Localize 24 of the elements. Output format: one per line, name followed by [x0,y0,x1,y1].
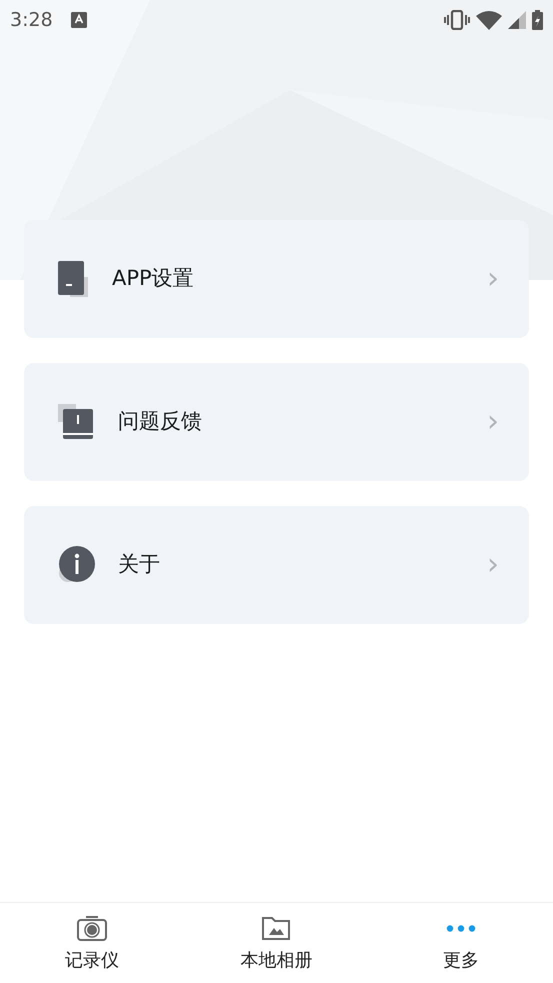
menu-item[interactable]: 关于 › [24,506,529,624]
camera-icon [77,915,108,941]
nav-tab[interactable]: 更多 [368,903,553,983]
document-icon [56,259,90,299]
book-icon [56,402,96,442]
chevron-icon: › [487,407,499,437]
vibrate-icon [444,10,470,30]
chevron-icon: › [487,264,499,294]
menu-item[interactable]: APP设置 › [24,220,529,338]
nav-tab[interactable]: 记录仪 [0,903,184,983]
menu-item[interactable]: 问题反馈 › [24,363,529,481]
folder-icon [262,916,290,940]
menu-label: 问题反馈 [118,408,203,436]
signal-icon [508,11,526,29]
nav-tab[interactable]: 本地相册 [184,903,369,983]
menu-label: 关于 [118,551,161,578]
battery-icon [532,10,543,30]
wifi-icon [476,10,502,30]
chevron-icon: › [487,550,499,580]
more-icon [446,924,476,932]
info-icon [56,545,96,585]
keyboard-icon [70,12,87,28]
status-time: 3:28 [10,8,53,33]
menu-label: APP设置 [112,265,195,292]
